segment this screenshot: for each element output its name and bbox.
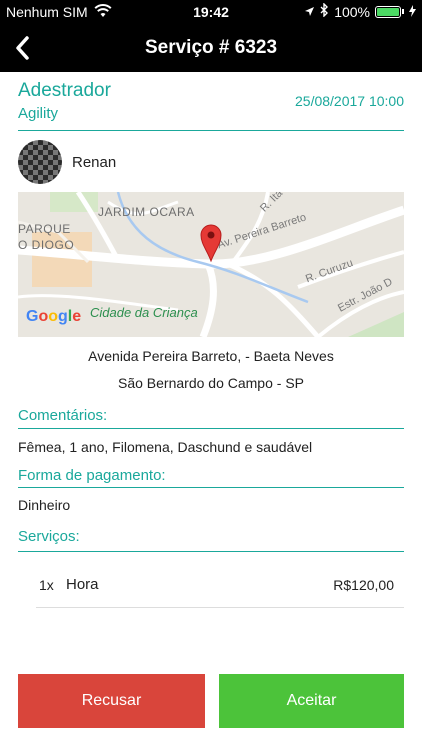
- address-line-1: Avenida Pereira Barreto, - Baeta Neves: [88, 348, 334, 364]
- service-subtitle: Agility: [18, 105, 59, 122]
- battery-percent: 100%: [334, 3, 370, 20]
- payment-label: Forma de pagamento:: [18, 467, 166, 484]
- status-right: 100%: [304, 2, 416, 20]
- address-line-2: São Bernardo do Campo - SP: [118, 375, 304, 391]
- google-logo: Google: [26, 308, 82, 325]
- divider: [36, 607, 404, 608]
- status-bar: Nenhum SIM 19:42 100%: [0, 0, 422, 24]
- list-item: 1x Hora R$120,00: [36, 575, 404, 597]
- map-label-diogo: O DIOGO: [18, 238, 75, 252]
- battery-icon: [375, 5, 401, 18]
- reject-button[interactable]: Recusar: [18, 674, 205, 728]
- client-name: Renan: [72, 154, 117, 171]
- services-label: Serviços:: [18, 528, 80, 545]
- divider: [18, 130, 404, 131]
- location-arrow-icon: [304, 4, 315, 20]
- divider: [18, 487, 404, 488]
- service-name: Adestrador: [18, 80, 111, 101]
- map-view[interactable]: JARDIM OCARA PARQUE O DIOGO Av. Pereira …: [18, 192, 404, 337]
- avatar: [18, 140, 62, 184]
- service-datetime: 25/08/2017 10:00: [295, 93, 404, 109]
- map-label-cidade: Cidade da Criança: [90, 305, 198, 320]
- charging-icon: [409, 4, 416, 20]
- map-label-jardim: JARDIM OCARA: [98, 205, 195, 219]
- comments-label: Comentários:: [18, 407, 108, 424]
- page-title: Serviço # 6323: [144, 37, 278, 58]
- bluetooth-icon: [320, 2, 329, 20]
- comments-value: Fêmea, 1 ano, Filomena, Daschund e saudá…: [18, 439, 313, 455]
- service-qty: 1x: [39, 577, 54, 593]
- nav-bar: Serviço # 6323: [0, 24, 422, 72]
- divider: [18, 428, 404, 429]
- service-item-name: Hora: [66, 576, 99, 593]
- payment-value: Dinheiro: [18, 497, 71, 513]
- map-label-parque: PARQUE: [18, 222, 71, 236]
- divider: [18, 551, 404, 552]
- battery-tip: [402, 9, 404, 14]
- accept-button[interactable]: Aceitar: [219, 674, 404, 728]
- service-price: R$120,00: [333, 577, 394, 593]
